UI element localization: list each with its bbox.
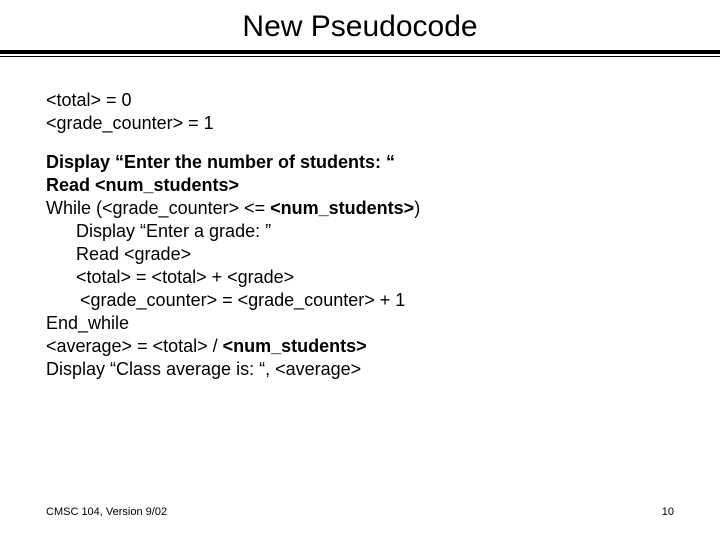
line-total-add: <total> = <total> + <grade> [46, 266, 674, 289]
init-block: <total> = 0 <grade_counter> = 1 [46, 89, 674, 135]
while-pre: While (<grade_counter> <= [46, 198, 270, 218]
course-label: CMSC 104, Version 9/02 [46, 506, 167, 518]
avg-num-students: <num_students> [223, 336, 367, 356]
line-display-grade: Display “Enter a grade: ” [46, 220, 674, 243]
line-counter-inc: <grade_counter> = <grade_counter> + 1 [46, 289, 674, 312]
slide-title: New Pseudocode [0, 0, 720, 50]
line-display-prompt: Display “Enter the number of students: “ [46, 151, 674, 174]
avg-pre: <average> = <total> / [46, 336, 223, 356]
pseudocode-body: Display “Enter the number of students: “… [46, 151, 674, 381]
while-post: ) [414, 198, 420, 218]
title-rule [0, 50, 720, 57]
line-display-avg: Display “Class average is: “, <average> [46, 358, 674, 381]
line-average: <average> = <total> / <num_students> [46, 335, 674, 358]
footer: CMSC 104, Version 9/02 10 [46, 506, 674, 518]
rule-thick [0, 50, 720, 54]
content-area: <total> = 0 <grade_counter> = 1 Display … [0, 65, 720, 381]
line-read-grade: Read <grade> [46, 243, 674, 266]
line-read-num-students: Read <num_students> [46, 174, 674, 197]
slide: New Pseudocode <total> = 0 <grade_counte… [0, 0, 720, 540]
rule-thin [0, 56, 720, 57]
line-endwhile: End_while [46, 312, 674, 335]
init-line-1: <total> = 0 [46, 89, 674, 112]
page-number: 10 [662, 506, 674, 518]
while-num-students: <num_students> [270, 198, 414, 218]
init-line-2: <grade_counter> = 1 [46, 112, 674, 135]
line-while: While (<grade_counter> <= <num_students>… [46, 197, 674, 220]
